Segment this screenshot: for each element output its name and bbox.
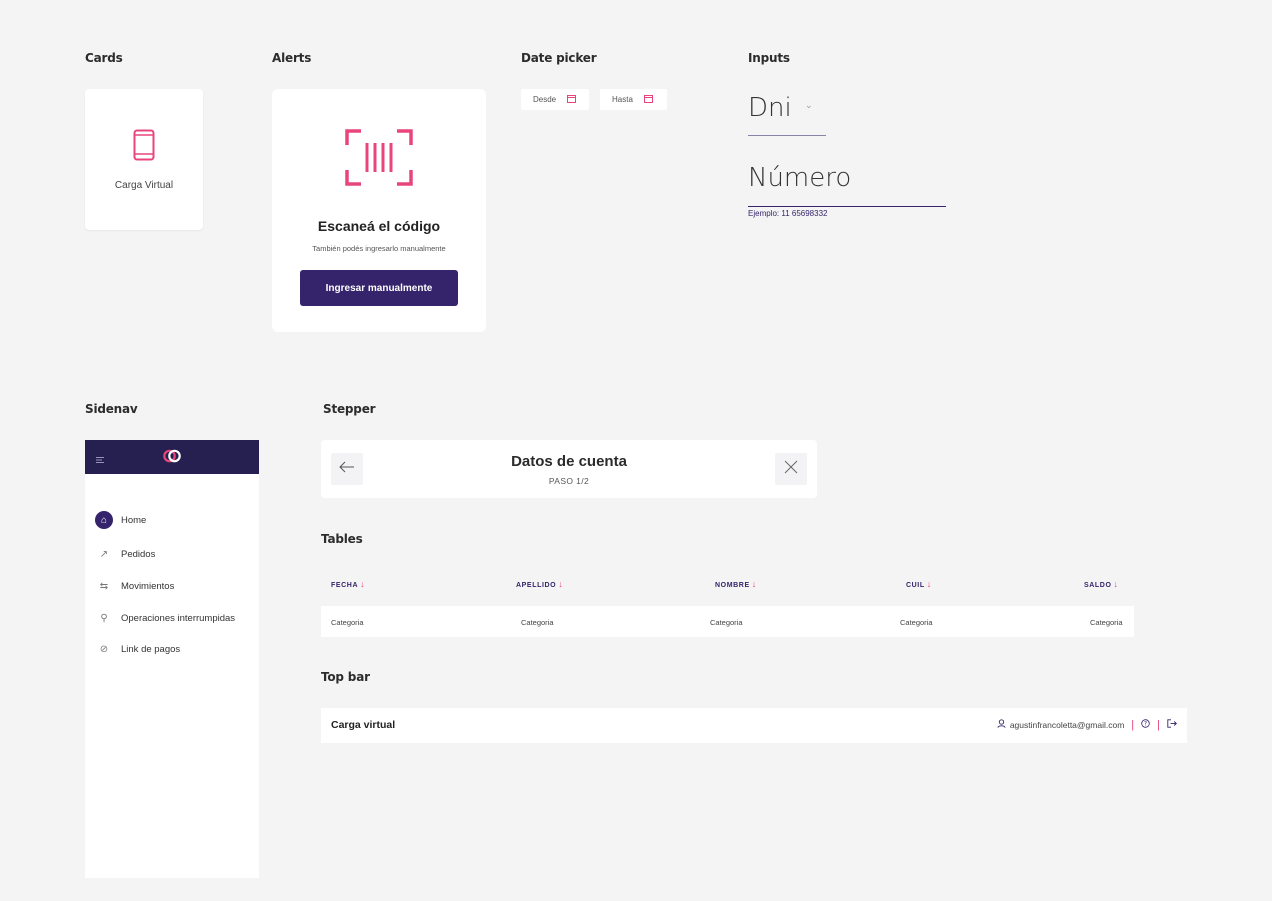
table-cell: Categoria [900,618,933,627]
chevron-down-icon[interactable]: ⌄ [805,100,813,111]
trend-icon: ↗ [99,548,109,560]
section-title-sidenav: Sidenav [85,402,138,416]
help-icon[interactable]: ? [1141,719,1150,730]
document-number-input[interactable]: Número [748,163,851,193]
alert-subtitle: También podés ingresarlo manualmente [312,244,446,253]
column-header-apellido[interactable]: APELLIDO ↓ [516,579,563,589]
section-title-date-picker: Date picker [521,51,597,65]
user-icon [997,719,1006,730]
sidebar-item-operaciones-interrumpidas[interactable]: ⚲ Operaciones interrumpidas [95,609,235,627]
sort-arrow-icon: ↓ [360,579,366,589]
alert-title: Escaneá el código [317,218,441,234]
sidenav: ⌂ Home ↗ Pedidos ⇆ Movimientos ⚲ Operaci… [85,440,259,878]
date-from-field[interactable]: Desde [521,89,589,110]
document-number-help: Ejemplo: 11 65698332 [748,209,828,218]
logout-icon[interactable] [1167,719,1177,730]
svg-text:?: ? [1144,721,1147,728]
sidenav-header [85,440,259,474]
stepper-title: Datos de cuenta [511,453,627,470]
sidebar-item-label: Link de pagos [121,643,181,655]
card-label: Carga Virtual [114,180,174,191]
home-icon: ⌂ [95,511,113,529]
close-button[interactable] [775,453,807,485]
menu-icon[interactable] [96,451,104,469]
section-title-top-bar: Top bar [321,670,370,684]
table-cell: Categoria [710,618,743,627]
sidebar-item-home[interactable]: ⌂ Home [95,511,146,529]
user-email[interactable]: agustinfrancoletta@gmail.com [1010,720,1124,730]
date-from-label: Desde [533,95,557,104]
top-bar: Carga virtual agustinfrancoletta@gmail.c… [321,708,1187,743]
manual-entry-button[interactable]: Ingresar manualmente [300,270,458,306]
sidebar-item-pedidos[interactable]: ↗ Pedidos [95,545,156,563]
carga-virtual-card[interactable]: Carga Virtual [85,89,203,230]
transfer-icon: ⇆ [99,580,109,592]
sidebar-item-movimientos[interactable]: ⇆ Movimientos [95,577,175,595]
sort-arrow-icon: ↓ [1113,579,1119,589]
date-to-field[interactable]: Hasta [600,89,667,110]
table-cell: Categoria [331,618,364,627]
doc-type-underline [748,135,826,136]
calendar-icon [567,94,577,105]
phone-icon [133,129,155,166]
logo-icon [163,448,181,469]
section-title-inputs: Inputs [748,51,790,65]
link-icon: ⊘ [99,643,109,655]
calendar-icon [643,94,653,105]
sort-arrow-icon: ↓ [558,579,564,589]
sidebar-item-label: Pedidos [121,548,156,560]
stepper-step: PASO 1/2 [548,476,590,486]
close-icon [784,460,798,479]
section-title-alerts: Alerts [272,51,312,65]
top-bar-actions: agustinfrancoletta@gmail.com | ? | [997,719,1177,730]
divider: | [1131,718,1135,731]
sidebar-item-label: Operaciones interrumpidas [121,612,236,624]
column-header-cuil[interactable]: CUIL ↓ [906,579,932,589]
divider: | [1157,718,1160,731]
scan-alert: Escaneá el código También podés ingresar… [272,89,486,332]
sidebar-item-label: Home [121,514,147,526]
column-header-nombre[interactable]: NOMBRE ↓ [715,579,757,589]
column-header-saldo[interactable]: SALDO ↓ [1084,579,1119,589]
section-title-tables: Tables [321,532,363,546]
top-bar-title: Carga virtual [331,719,396,731]
sidebar-item-label: Movimientos [121,580,175,592]
sort-arrow-icon: ↓ [926,579,932,589]
section-title-stepper: Stepper [323,402,376,416]
section-title-cards: Cards [85,51,123,65]
table-cell: Categoria [521,618,554,627]
sidebar-item-link-de-pagos[interactable]: ⊘ Link de pagos [95,640,180,658]
date-to-label: Hasta [612,95,633,104]
stepper: Datos de cuenta PASO 1/2 [321,440,817,498]
doc-type-select[interactable]: Dni [748,93,792,123]
column-header-fecha[interactable]: FECHA ↓ [331,579,365,589]
document-number-underline [748,206,946,207]
table-cell: Categoria [1090,618,1123,627]
sort-arrow-icon: ↓ [751,579,757,589]
wrench-icon: ⚲ [100,612,108,624]
barcode-scan-icon [345,129,413,191]
